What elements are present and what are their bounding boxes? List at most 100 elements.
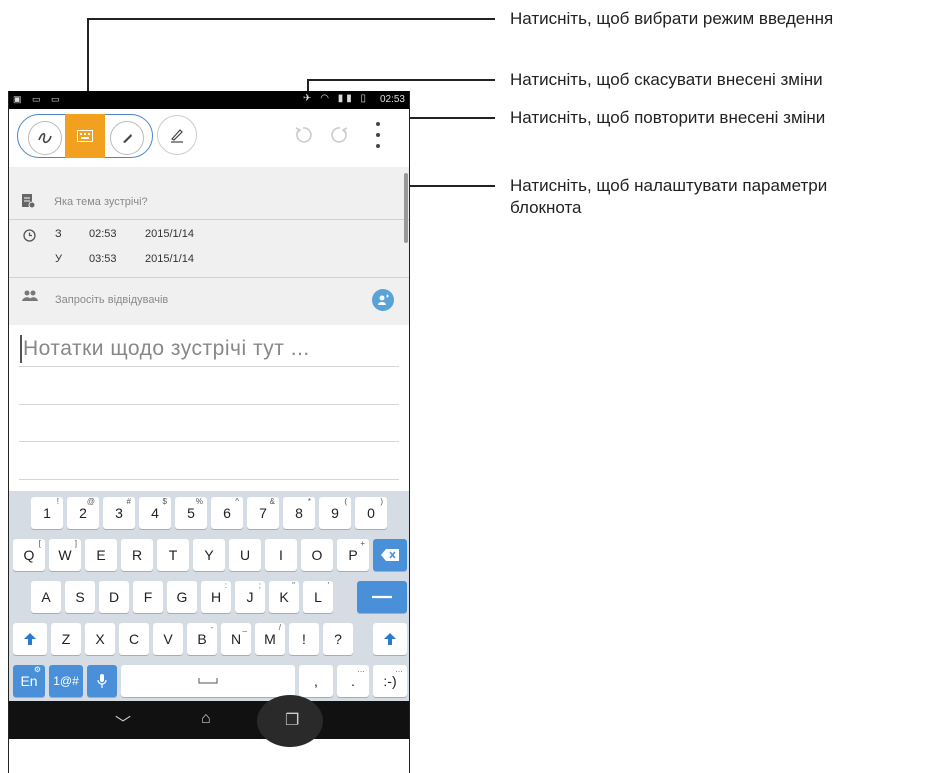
- back-icon[interactable]: ﹀: [115, 710, 131, 734]
- key-z[interactable]: Z: [51, 623, 81, 655]
- keyboard-icon: [77, 130, 93, 142]
- key-i[interactable]: I: [265, 539, 297, 571]
- attendees-field[interactable]: Запросіть відвідувачів: [9, 281, 409, 317]
- callout-settings: Натисніть, щоб налаштувати параметри бло…: [510, 175, 827, 219]
- key-k[interactable]: K ": [269, 581, 299, 613]
- key-label: !: [302, 631, 306, 647]
- symbols-key[interactable]: 1@#: [49, 665, 83, 697]
- pen-settings-button[interactable]: [157, 115, 197, 155]
- shift-key-right[interactable]: [373, 623, 407, 655]
- key-o[interactable]: O: [301, 539, 333, 571]
- from-date[interactable]: 2015/1/14: [145, 228, 194, 240]
- key-label: Y: [204, 547, 214, 563]
- on-screen-keyboard: 1! 2 @3 #4 $5% 6 ^ 7 & 8 * 9(0) Q[W] E R T Y U I O P + ASDFG…: [9, 491, 409, 701]
- add-attendee-button[interactable]: [372, 289, 394, 311]
- key-label: L: [314, 589, 322, 605]
- voice-input-key[interactable]: [87, 665, 117, 697]
- to-time[interactable]: 03:53: [89, 253, 117, 265]
- keyboard-mode-button[interactable]: [65, 114, 105, 158]
- status-time: 02:53: [379, 94, 405, 105]
- topic-field[interactable]: Яка тема зустрічі?: [9, 185, 409, 219]
- text-cursor: [20, 335, 22, 363]
- to-date[interactable]: 2015/1/14: [145, 253, 194, 265]
- key-y[interactable]: Y: [193, 539, 225, 571]
- key-secondary-label: :: [224, 581, 227, 590]
- key-2[interactable]: 2 @: [67, 497, 99, 529]
- notes-line: [19, 441, 399, 442]
- key-b[interactable]: B-: [187, 623, 217, 655]
- key-label: R: [131, 547, 143, 563]
- key-h[interactable]: H:: [201, 581, 231, 613]
- key-l[interactable]: L ': [303, 581, 333, 613]
- key-5[interactable]: 5%: [175, 497, 207, 529]
- key-label: 1: [43, 505, 51, 521]
- meeting-time-block[interactable]: З 02:53 2015/1/14 У 03:53 2015/1/14: [9, 219, 409, 273]
- home-icon[interactable]: ⌂: [201, 710, 211, 728]
- key-p[interactable]: P +: [337, 539, 369, 571]
- key-secondary-label: [: [38, 539, 41, 548]
- key-t[interactable]: T: [157, 539, 189, 571]
- more-options-button[interactable]: [371, 122, 385, 148]
- key-a[interactable]: A: [31, 581, 61, 613]
- key-label: B: [197, 631, 207, 647]
- key-6[interactable]: 6 ^: [211, 497, 243, 529]
- brush-mode-button[interactable]: [110, 121, 144, 155]
- pen-settings-icon: [171, 129, 183, 143]
- key-1[interactable]: 1!: [31, 497, 63, 529]
- key-f[interactable]: F: [133, 581, 163, 613]
- shift-key-left[interactable]: [13, 623, 47, 655]
- status-bar: ▣ ▭ ▭ ✈ ◠ ▮▮ ▯ 02:53: [9, 91, 409, 109]
- space-icon: [198, 678, 218, 684]
- redo-icon: [331, 127, 348, 143]
- language-key[interactable]: En ⚙: [13, 665, 45, 697]
- notes-line: [19, 366, 399, 367]
- notes-area[interactable]: Нотатки щодо зустрічі тут ...: [9, 325, 409, 491]
- more-icon: [376, 133, 380, 137]
- key-8[interactable]: 8 *: [283, 497, 315, 529]
- key-d[interactable]: D: [99, 581, 129, 613]
- from-time[interactable]: 02:53: [89, 228, 117, 240]
- key-![interactable]: !: [289, 623, 319, 655]
- key-s[interactable]: S: [65, 581, 95, 613]
- recent-apps-icon[interactable]: ❐: [285, 710, 299, 730]
- key-q[interactable]: Q[: [13, 539, 45, 571]
- enter-key[interactable]: [357, 581, 407, 613]
- key-?[interactable]: ?: [323, 623, 353, 655]
- period-key[interactable]: . …: [337, 665, 369, 697]
- language-key-hint: ⚙: [33, 665, 41, 674]
- key-r[interactable]: R: [121, 539, 153, 571]
- attendees-placeholder: Запросіть відвідувачів: [55, 294, 169, 306]
- key-9[interactable]: 9(: [319, 497, 351, 529]
- undo-button[interactable]: [291, 123, 315, 147]
- key-u[interactable]: U: [229, 539, 261, 571]
- backspace-key[interactable]: [373, 539, 407, 571]
- key-label: A: [41, 589, 51, 605]
- key-4[interactable]: 4 $: [139, 497, 171, 529]
- space-key[interactable]: [121, 665, 295, 697]
- smiley-key[interactable]: :-) …: [373, 665, 407, 697]
- key-e[interactable]: E: [85, 539, 117, 571]
- key-7[interactable]: 7 &: [247, 497, 279, 529]
- key-secondary-label: %: [195, 497, 203, 506]
- key-x[interactable]: X: [85, 623, 115, 655]
- key-c[interactable]: C: [119, 623, 149, 655]
- key-label: 3: [115, 505, 123, 521]
- key-0[interactable]: 0): [355, 497, 387, 529]
- key-v[interactable]: V: [153, 623, 183, 655]
- key-secondary-label: ": [292, 581, 295, 590]
- handwriting-mode-button[interactable]: [28, 121, 62, 155]
- comma-key[interactable]: ,: [299, 665, 333, 697]
- key-w[interactable]: W]: [49, 539, 81, 571]
- key-j[interactable]: J;: [235, 581, 265, 613]
- key-label: W: [58, 547, 72, 563]
- key-m[interactable]: M /: [255, 623, 285, 655]
- scrollbar[interactable]: [404, 173, 408, 243]
- period-key-label: .: [351, 673, 355, 689]
- navigation-bar: ﹀ ⌂ ❐: [9, 695, 409, 747]
- key-n[interactable]: N _: [221, 623, 251, 655]
- key-g[interactable]: G: [167, 581, 197, 613]
- key-3[interactable]: 3 #: [103, 497, 135, 529]
- editor-toolbar: [9, 109, 409, 167]
- language-key-label: En: [20, 673, 38, 689]
- redo-button[interactable]: [328, 123, 352, 147]
